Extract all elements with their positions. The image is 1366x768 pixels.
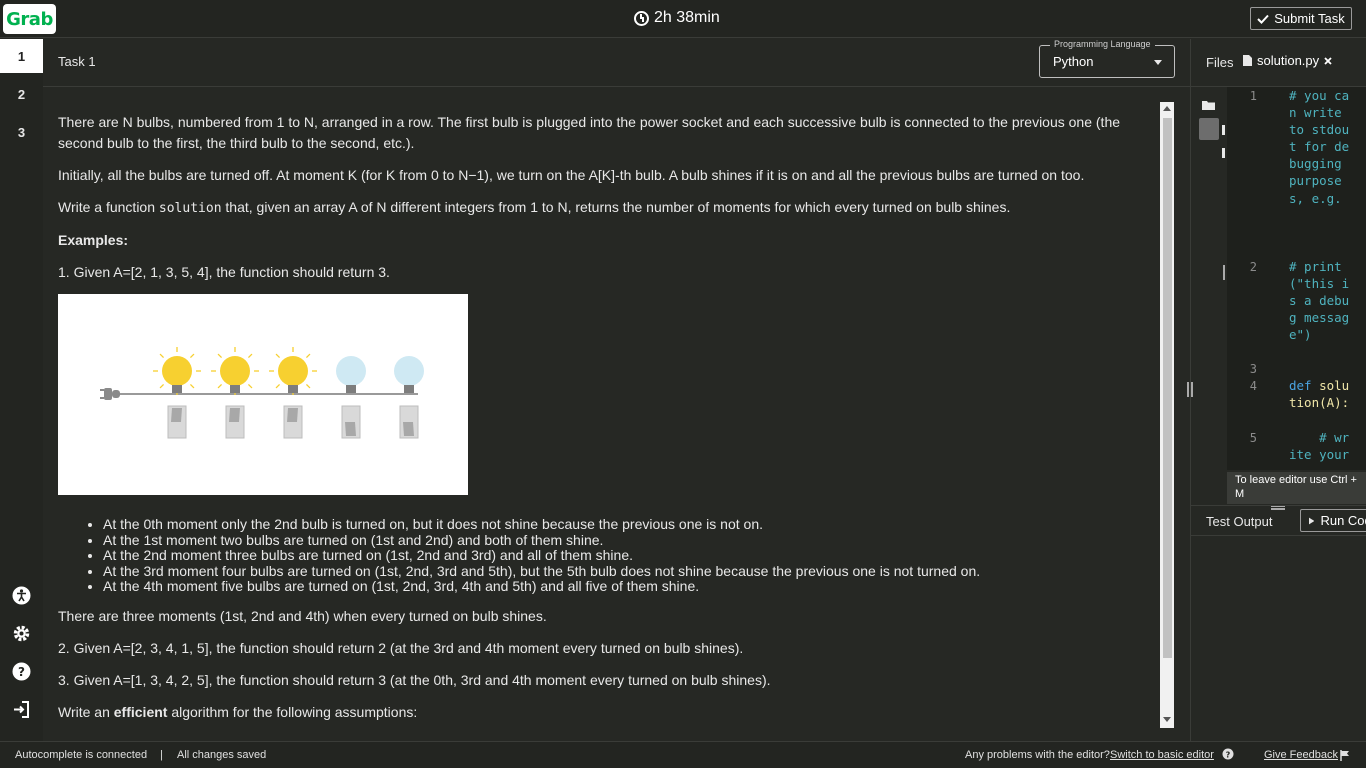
submit-task-label: Submit Task	[1274, 11, 1345, 26]
bulb-off-icon	[394, 356, 424, 439]
description-paragraph: Initially, all the bulbs are turned off.…	[58, 167, 1085, 183]
chevron-down-icon	[1154, 60, 1162, 65]
file-name: solution.py	[1257, 53, 1320, 68]
drag-handle[interactable]	[1222, 125, 1225, 135]
accessibility-icon[interactable]	[12, 586, 31, 605]
code-line: # write your	[1289, 430, 1350, 463]
folder-icon[interactable]	[1202, 100, 1215, 110]
status-separator: |	[160, 749, 163, 761]
run-code-button[interactable]: Run Code	[1300, 509, 1366, 532]
flag-icon	[1340, 750, 1350, 764]
task-rail: 1 2 3 ?	[0, 39, 43, 741]
timer: 2h 38min	[634, 9, 720, 27]
task-tab-1[interactable]: 1	[0, 39, 43, 73]
svg-text:?: ?	[1226, 751, 1231, 760]
list-item: At the 1st moment two bulbs are turned o…	[103, 532, 1148, 549]
logo-text: Grab	[6, 8, 53, 30]
grab-logo[interactable]: Grab	[3, 4, 56, 34]
editor-hint: To leave editor use Ctrl + M	[1227, 472, 1366, 504]
test-output-tab[interactable]: Test Output	[1206, 514, 1272, 529]
task-title: Task 1	[58, 54, 96, 69]
list-item: At the 0th moment only the 2nd bulb is t…	[103, 516, 1148, 533]
list-item: At the 4th moment five bulbs are turned …	[103, 579, 1148, 595]
file-tree-toggle[interactable]	[1199, 118, 1219, 140]
close-icon[interactable]	[1324, 56, 1332, 65]
example-1: 1. Given A=[2, 1, 3, 5, 4], the function…	[58, 264, 390, 280]
line-number: 2	[1249, 260, 1257, 274]
text: Write a function	[58, 199, 159, 215]
text: that, given an array A of N different in…	[221, 199, 1011, 215]
description-paragraph: There are three moments (1st, 2nd and 4t…	[58, 607, 547, 624]
file-icon	[1243, 55, 1252, 66]
list-item: At the 2nd moment three bulbs are turned…	[103, 548, 1148, 564]
divider	[1191, 535, 1366, 536]
code-line: # print("this is a debug message")	[1289, 259, 1350, 343]
editor-panel: Files solution.py 1 2 3 4 5 # you can wr…	[1187, 39, 1366, 741]
play-icon	[1309, 517, 1315, 524]
language-select[interactable]: Programming Language Python	[1039, 39, 1175, 78]
scrollbar-thumb[interactable]	[1163, 118, 1172, 658]
top-bar: Grab 2h 38min Submit Task	[0, 0, 1366, 38]
scroll-down-arrow[interactable]	[1163, 717, 1171, 722]
description-scrollbar[interactable]	[1160, 102, 1174, 728]
run-code-label: Run Code	[1320, 513, 1366, 528]
check-icon	[1257, 14, 1269, 24]
save-status: All changes saved	[177, 749, 267, 761]
bulb-on-icon	[153, 347, 201, 439]
svg-text:?: ?	[18, 665, 25, 679]
help-icon[interactable]: ?	[1222, 748, 1234, 763]
list-item: At the 3rd moment four bulbs are turned …	[103, 563, 1148, 580]
gear-icon[interactable]	[12, 624, 31, 643]
moments-list: At the 0th moment only the 2nd bulb is t…	[103, 516, 1148, 595]
bulbs-illustration	[58, 294, 468, 495]
scroll-up-arrow[interactable]	[1163, 106, 1171, 111]
status-bar: Autocomplete is connected | All changes …	[0, 741, 1366, 768]
function-name-code: solution	[158, 201, 222, 216]
text: Write an	[58, 703, 114, 720]
example-2: 2. Given A=[2, 3, 4, 1, 5], the function…	[58, 639, 744, 656]
language-legend: Programming Language	[1050, 39, 1155, 49]
panel-resize-handle[interactable]	[1187, 382, 1193, 397]
language-value: Python	[1053, 54, 1094, 69]
submit-task-button[interactable]: Submit Task	[1250, 7, 1352, 30]
task-tab-2[interactable]: 2	[0, 77, 43, 111]
examples-heading: Examples:	[58, 232, 129, 248]
code-line: def solution(A):	[1289, 378, 1350, 411]
line-number: 3	[1249, 362, 1257, 376]
description-paragraph: Write a function solution that, given an…	[58, 197, 1148, 219]
line-number: 5	[1249, 431, 1257, 445]
text: algorithm for the following assumptions:	[167, 703, 418, 720]
editor-problem-text: Any problems with the editor?	[965, 749, 1110, 761]
give-feedback-link[interactable]: Give Feedback	[1264, 749, 1338, 761]
code-editor[interactable]: 1 2 3 4 5 # you can write to stdout for …	[1227, 87, 1366, 470]
clock-icon	[634, 10, 649, 26]
divider	[1191, 505, 1366, 506]
bulb-on-icon	[211, 347, 259, 439]
task-header: Task 1 Programming Language Python	[43, 39, 1190, 87]
example-3: 3. Given A=[1, 3, 4, 2, 5], the function…	[58, 671, 771, 688]
timer-text: 2h 38min	[654, 9, 720, 26]
bulb-on-icon	[269, 347, 317, 439]
help-icon[interactable]: ?	[12, 662, 31, 681]
task-tab-3[interactable]: 3	[0, 115, 43, 149]
description-paragraph: Write an efficient algorithm for the fol…	[58, 702, 1148, 723]
exit-icon[interactable]	[12, 700, 31, 719]
line-number: 4	[1249, 379, 1257, 393]
description-paragraph: There are N bulbs, numbered from 1 to N,…	[58, 114, 1121, 151]
autocomplete-status: Autocomplete is connected	[15, 749, 148, 761]
line-number: 1	[1249, 89, 1257, 103]
file-tab-solution[interactable]: solution.py	[1243, 53, 1332, 68]
switch-editor-link[interactable]: Switch to basic editor	[1110, 749, 1214, 761]
bulb-off-icon	[336, 356, 366, 439]
files-label[interactable]: Files	[1206, 55, 1233, 70]
power-plug-icon	[100, 388, 120, 400]
text-bold: efficient	[113, 703, 168, 720]
drag-handle[interactable]	[1222, 148, 1225, 158]
task-description: There are N bulbs, numbered from 1 to N,…	[43, 88, 1190, 738]
code-line: # you can write to stdout for debugging …	[1289, 88, 1350, 206]
